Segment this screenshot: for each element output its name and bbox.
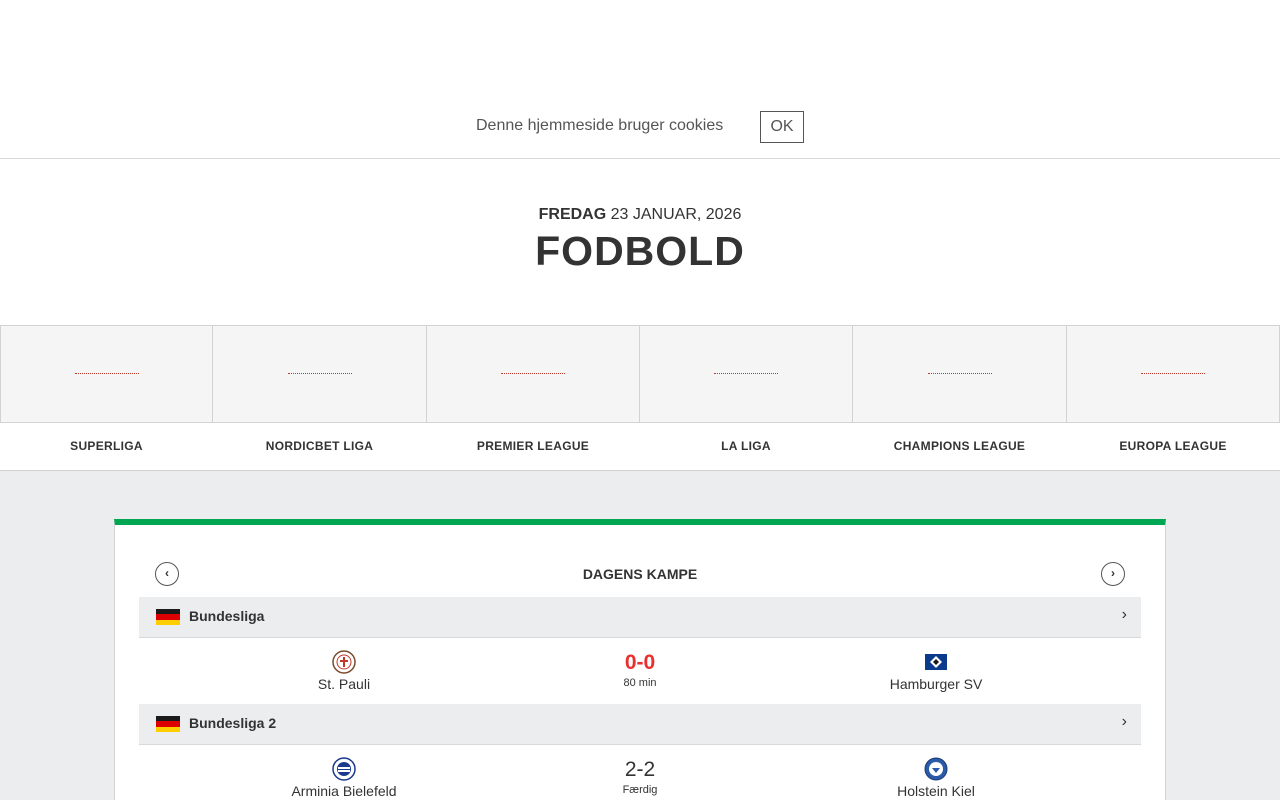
match-row[interactable]: St. Pauli 0-0 80 min Hamburger SV <box>139 638 1141 704</box>
league-group-bundesliga-2[interactable]: Bundesliga 2 › <box>139 704 1141 745</box>
away-team: Holstein Kiel <box>816 757 1056 799</box>
home-team: St. Pauli <box>224 650 464 692</box>
match-status: Færdig <box>622 784 658 796</box>
league-nav-label: PREMIER LEAGUE <box>476 439 590 453</box>
arminia-bielefeld-badge-icon <box>332 757 356 781</box>
league-navigation: SUPERLIGA NORDICBET LIGA PREMIER LEAGUE … <box>0 325 1280 471</box>
away-team: Hamburger SV <box>816 650 1056 692</box>
league-logo <box>639 325 853 423</box>
match-score: 0-0 <box>624 651 656 674</box>
home-team-name: Arminia Bielefeld <box>291 783 397 799</box>
date-line: FREDAG 23 JANUAR, 2026 <box>0 206 1280 224</box>
todays-matches-title: DAGENS KAMPE <box>582 566 698 582</box>
league-nav-la-liga[interactable]: LA LIGA <box>639 325 853 471</box>
league-nav-label: SUPERLIGA <box>70 439 143 453</box>
away-team-name: Holstein Kiel <box>897 783 975 799</box>
date: 23 JANUAR, 2026 <box>610 206 742 223</box>
cookie-message: Denne hjemmeside bruger cookies <box>476 117 724 134</box>
match-row[interactable]: Arminia Bielefeld 2-2 Færdig Holstein Ki… <box>139 745 1141 800</box>
chevron-right-icon: › <box>1111 566 1115 580</box>
cookie-ok-button[interactable]: OK <box>760 111 804 143</box>
league-nav-europa-league[interactable]: EUROPA LEAGUE <box>1066 325 1280 471</box>
holstein-kiel-badge-icon <box>924 757 948 781</box>
chevron-right-icon: › <box>1121 713 1127 730</box>
league-nav-nordicbet-liga[interactable]: NORDICBET LIGA <box>212 325 427 471</box>
league-group-bundesliga[interactable]: Bundesliga › <box>139 597 1141 638</box>
league-logo <box>1066 325 1280 423</box>
league-nav-label: CHAMPIONS LEAGUE <box>893 439 1026 453</box>
league-logo <box>212 325 427 423</box>
chevron-right-icon: › <box>1121 606 1127 623</box>
league-logo <box>426 325 640 423</box>
league-nav-champions-league[interactable]: CHAMPIONS LEAGUE <box>852 325 1067 471</box>
hamburger-sv-badge-icon <box>925 654 947 670</box>
league-nav-label: EUROPA LEAGUE <box>1119 439 1227 453</box>
league-nav-superliga[interactable]: SUPERLIGA <box>0 325 213 471</box>
match-status: 80 min <box>623 677 657 689</box>
st-pauli-badge-icon <box>332 650 356 674</box>
page-title: FODBOLD <box>535 228 745 274</box>
match-score: 2-2 <box>624 758 656 781</box>
home-team-name: St. Pauli <box>317 676 371 692</box>
away-team-name: Hamburger SV <box>889 676 983 692</box>
cookie-banner: Denne hjemmeside bruger cookies OK <box>0 0 1280 159</box>
germany-flag-icon <box>156 609 180 625</box>
home-team: Arminia Bielefeld <box>224 757 464 799</box>
weekday: FREDAG <box>538 206 607 223</box>
todays-matches-card: ‹ DAGENS KAMPE › Bundesliga › St. Pauli … <box>114 519 1166 800</box>
league-name: Bundesliga <box>189 608 265 624</box>
league-logo <box>852 325 1067 423</box>
germany-flag-icon <box>156 716 180 732</box>
league-name: Bundesliga 2 <box>189 715 277 731</box>
league-logo <box>0 325 213 423</box>
next-day-button[interactable]: › <box>1101 562 1125 586</box>
league-nav-label: LA LIGA <box>721 439 771 453</box>
league-nav-label: NORDICBET LIGA <box>265 439 374 453</box>
league-nav-premier-league[interactable]: PREMIER LEAGUE <box>426 325 640 471</box>
